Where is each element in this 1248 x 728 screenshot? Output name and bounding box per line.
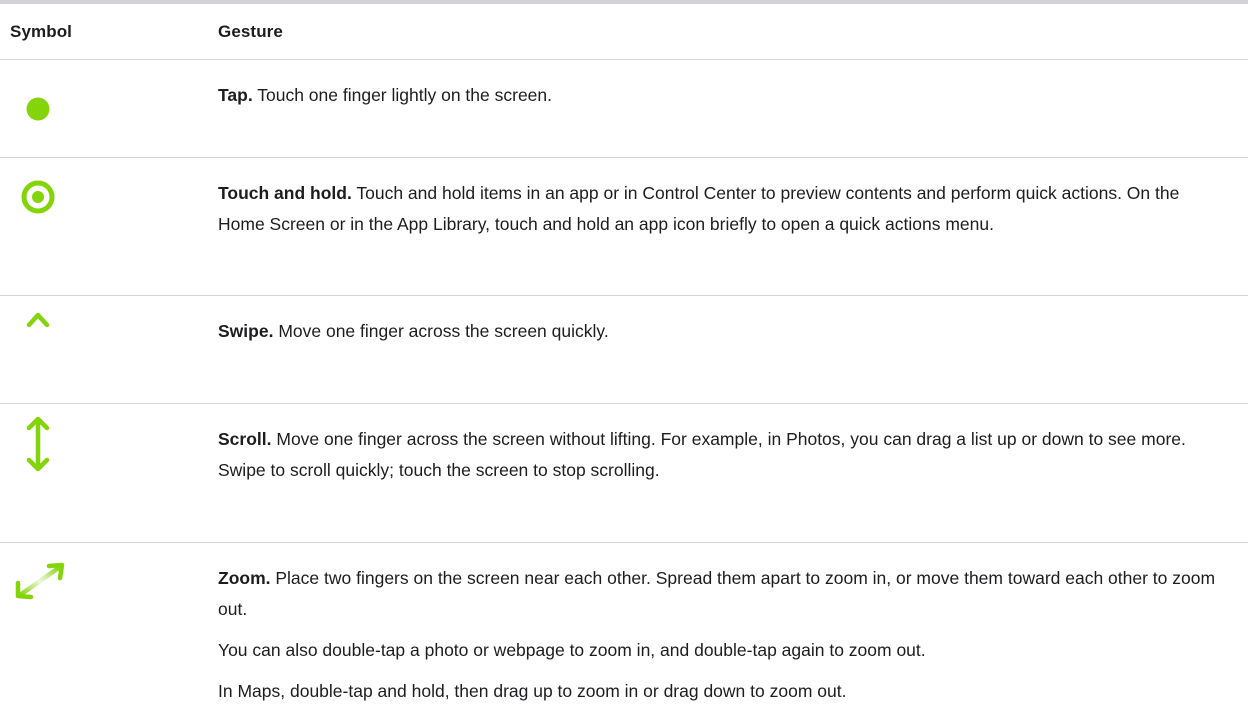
gesture-text-paragraph: In Maps, double-tap and hold, then drag … xyxy=(218,681,847,701)
table-row-zoom: Zoom. Place two fingers on the screen ne… xyxy=(0,543,1248,728)
symbol-cell xyxy=(0,60,218,157)
table-row-swipe: Swipe. Move one finger across the screen… xyxy=(0,296,1248,404)
gesture-description-cell: Swipe. Move one finger across the screen… xyxy=(218,296,1248,403)
gesture-description-cell: Scroll. Move one finger across the scree… xyxy=(218,404,1248,542)
gesture-table: Symbol Gesture Tap. Touch one finger lig… xyxy=(0,0,1248,728)
gesture-name: Zoom. xyxy=(218,568,271,588)
gesture-description-cell: Zoom. Place two fingers on the screen ne… xyxy=(218,543,1248,728)
gesture-description: Swipe. Move one finger across the screen… xyxy=(218,316,1228,347)
table-row-tap: Tap. Touch one finger lightly on the scr… xyxy=(0,60,1248,158)
gesture-description-cell: Tap. Touch one finger lightly on the scr… xyxy=(218,60,1248,157)
gesture-text: Move one finger across the screen quickl… xyxy=(278,321,609,341)
gesture-description: Scroll. Move one finger across the scree… xyxy=(218,424,1228,486)
gesture-description: Zoom. Place two fingers on the screen ne… xyxy=(218,563,1228,625)
symbol-column-header: Symbol xyxy=(10,21,73,41)
swipe-arrow-up-icon xyxy=(26,312,50,370)
touch-and-hold-ring-icon xyxy=(21,180,55,214)
gesture-name: Swipe. xyxy=(218,321,274,341)
gesture-text: Move one finger across the screen withou… xyxy=(218,429,1186,480)
gesture-text: Place two fingers on the screen near eac… xyxy=(218,568,1216,619)
gesture-text-paragraph: You can also double-tap a photo or webpa… xyxy=(218,640,926,660)
gesture-description: Tap. Touch one finger lightly on the scr… xyxy=(218,80,1228,111)
gesture-description: Touch and hold. Touch and hold items in … xyxy=(218,178,1228,240)
gesture-name: Scroll. xyxy=(218,429,272,449)
gesture-text: Touch one finger lightly on the screen. xyxy=(257,85,552,105)
table-row-scroll: Scroll. Move one finger across the scree… xyxy=(0,404,1248,543)
gesture-text: Touch and hold items in an app or in Con… xyxy=(218,183,1180,234)
tap-dot-icon xyxy=(26,97,50,121)
symbol-cell xyxy=(0,404,218,542)
gesture-description-cell: Touch and hold. Touch and hold items in … xyxy=(218,158,1248,295)
zoom-diagonal-arrows-icon xyxy=(15,562,65,600)
symbol-cell xyxy=(0,543,218,728)
gesture-column-header: Gesture xyxy=(218,21,283,41)
table-header-row: Symbol Gesture xyxy=(0,4,1248,60)
gesture-name: Tap. xyxy=(218,85,253,105)
gesture-name: Touch and hold. xyxy=(218,183,352,203)
symbol-cell xyxy=(0,158,218,295)
scroll-double-arrow-icon xyxy=(26,416,50,472)
table-row-touch-and-hold: Touch and hold. Touch and hold items in … xyxy=(0,158,1248,296)
symbol-cell xyxy=(0,296,218,403)
